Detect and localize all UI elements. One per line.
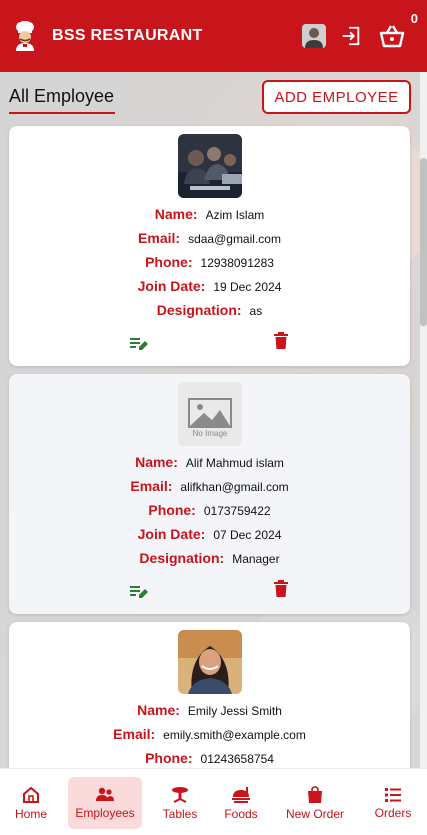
employee-email: sdaa@gmail.com: [188, 232, 281, 246]
employee-designation: Manager: [232, 552, 280, 566]
nav-employees-label: Employees: [75, 805, 135, 820]
designation-label: Designation:: [139, 550, 225, 566]
cart-button[interactable]: 0: [379, 11, 418, 49]
nav-foods-label: Foods: [224, 806, 258, 821]
shopping-bag-icon: [308, 785, 322, 803]
employee-designation-row: Designation: as: [9, 302, 410, 318]
employee-join-date: 07 Dec 2024: [213, 528, 282, 542]
phone-label: Phone:: [148, 502, 196, 518]
employee-name-row: Name: Alif Mahmud islam: [9, 454, 410, 470]
edit-icon[interactable]: [129, 336, 149, 352]
phone-label: Phone:: [145, 254, 193, 270]
email-label: Email:: [138, 230, 181, 246]
chef-logo-icon: [12, 20, 38, 51]
employee-phone-row: Phone: 01243658754: [9, 750, 410, 766]
employee-name: Alif Mahmud islam: [185, 456, 284, 470]
nav-foods[interactable]: Foods: [216, 777, 266, 829]
name-label: Name:: [137, 702, 180, 718]
employee-card: Name: Emily Jessi Smith Email: emily.smith…: [9, 622, 410, 768]
delete-icon[interactable]: [273, 580, 289, 598]
app-title: BSS RESTAURANT: [52, 27, 203, 44]
employee-email: emily.smith@example.com: [163, 728, 306, 742]
phone-label: Phone:: [145, 750, 193, 766]
nav-orders-label: Orders: [374, 805, 412, 820]
employee-photo: [178, 134, 242, 198]
employee-name-row: Name: Azim Islam: [9, 206, 410, 222]
cart-icon: [379, 25, 405, 48]
join-date-label: Join Date:: [137, 526, 206, 542]
employee-card: Name: Azim Islam Email: sdaa@gmail.com Pho…: [9, 126, 410, 366]
add-employee-button[interactable]: ADD EMPLOYEE: [262, 80, 411, 114]
nav-new-order[interactable]: New Order: [280, 777, 350, 829]
nav-tables-label: Tables: [162, 806, 198, 821]
nav-orders[interactable]: Orders: [368, 777, 418, 829]
nav-home[interactable]: Home: [6, 777, 56, 829]
logout-icon[interactable]: [339, 24, 363, 48]
employee-phone-row: Phone: 0173759422: [9, 502, 410, 518]
title-underline: [9, 112, 115, 114]
no-image-placeholder: No Image: [178, 382, 242, 446]
employee-list: All Employee ADD EMPLOYEE Name: Azim Isla…: [0, 72, 420, 768]
employees-icon: [96, 787, 114, 801]
employee-join-date: 19 Dec 2024: [213, 280, 282, 294]
nav-home-label: Home: [14, 806, 47, 821]
employee-email-row: Email: sdaa@gmail.com: [9, 230, 410, 246]
employee-email-row: Email: emily.smith@example.com: [9, 726, 410, 742]
employee-designation: as: [249, 304, 263, 318]
nav-employees[interactable]: Employees: [68, 777, 142, 829]
cart-count: 0: [410, 11, 418, 26]
employee-join-date-row: Join Date: 07 Dec 2024: [9, 526, 410, 542]
employee-phone: 12938091283: [200, 256, 274, 270]
join-date-label: Join Date:: [137, 278, 206, 294]
page-title: All Employee: [9, 86, 115, 106]
app-header: BSS RESTAURANT 0: [0, 0, 427, 72]
employee-name: Emily Jessi Smith: [187, 704, 282, 718]
employee-card: No Image Name: Alif Mahmud islam Email: al…: [9, 374, 410, 614]
foods-icon: [232, 786, 250, 803]
home-icon: [23, 786, 39, 803]
delete-icon[interactable]: [273, 332, 289, 350]
designation-label: Designation:: [156, 302, 242, 318]
email-label: Email:: [113, 726, 156, 742]
employee-photo: [178, 630, 242, 694]
employee-name: Azim Islam: [205, 208, 265, 222]
list-icon: [385, 787, 401, 802]
employee-phone: 0173759422: [203, 504, 271, 518]
nav-tables[interactable]: Tables: [154, 777, 206, 829]
employee-email-row: Email: alifkhan@gmail.com: [9, 478, 410, 494]
name-label: Name:: [154, 206, 198, 222]
employee-phone-row: Phone: 12938091283: [9, 254, 410, 270]
scrollbar-thumb[interactable]: [420, 158, 427, 326]
scrollbar[interactable]: [420, 72, 427, 768]
name-label: Name:: [135, 454, 178, 470]
nav-new-order-label: New Order: [285, 806, 344, 821]
employee-name-row: Name: Emily Jessi Smith: [9, 702, 410, 718]
no-image-text: No Image: [192, 429, 228, 438]
employee-designation-row: Designation: Manager: [9, 550, 410, 566]
user-avatar[interactable]: [302, 24, 326, 48]
employee-email: alifkhan@gmail.com: [180, 480, 289, 494]
edit-icon[interactable]: [129, 584, 149, 600]
table-icon: [172, 786, 188, 803]
employee-join-date-row: Join Date: 19 Dec 2024: [9, 278, 410, 294]
employee-phone: 01243658754: [200, 752, 274, 766]
bottom-nav: Home Employees Tables Foods New Order Or…: [0, 768, 427, 835]
email-label: Email:: [130, 478, 173, 494]
